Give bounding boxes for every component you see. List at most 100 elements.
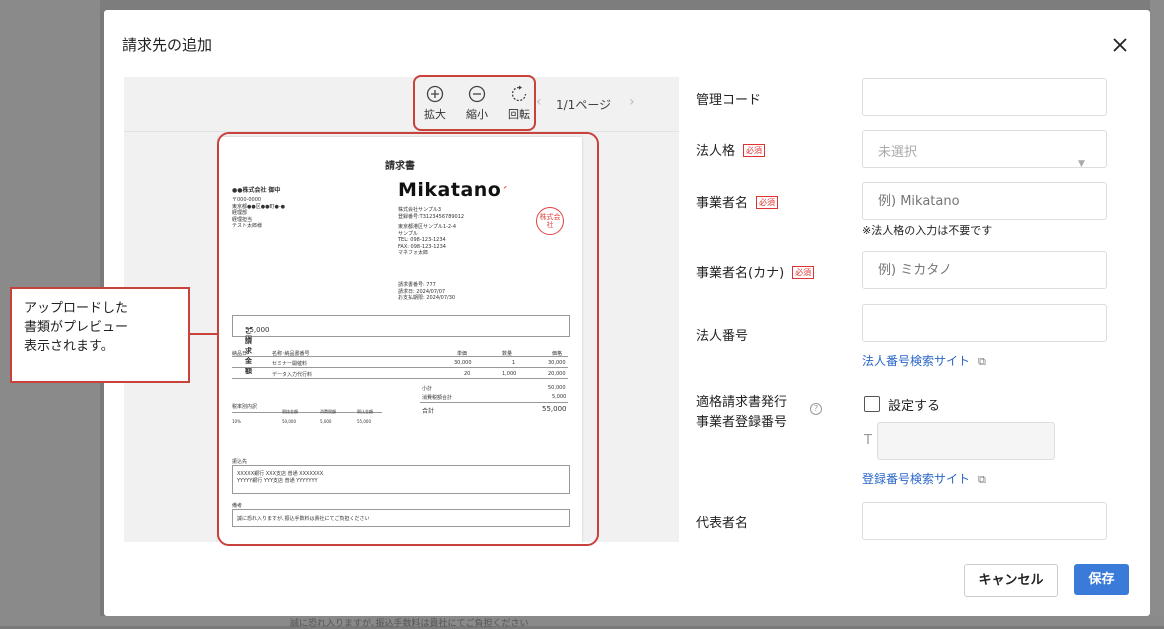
corporate-type-select[interactable]: 未選択 (862, 130, 1107, 168)
representative-input[interactable] (862, 502, 1107, 540)
preview-callout: アップロードした 書類がプレビュー 表示されます。 (10, 287, 190, 383)
table-cell: 1 (512, 360, 516, 366)
corporate-number-label: 法人番号 (696, 329, 749, 344)
invoice-meta: 請求書番号: 777 請求日: 2024/07/07 お支払期限: 2024/0… (398, 282, 455, 302)
registration-number-search-link[interactable]: 登録番号検索サイト ⧉ (862, 470, 986, 487)
preview-toolbar: 拡大 縮小 回転 ‹ 1/1ページ › (124, 77, 679, 132)
corporate-type-label-text: 法人格 (696, 144, 736, 159)
close-button[interactable] (1109, 34, 1131, 56)
business-name-kana-label-text: 事業者名(カナ) (696, 266, 785, 281)
table-header: 単価 (457, 351, 468, 357)
invoice-registration-checkbox-label[interactable]: 設定する (888, 395, 940, 414)
remarks-label: 備考 (232, 503, 243, 509)
registration-number-input[interactable] (877, 422, 1055, 460)
zoom-in-label: 拡大 (424, 108, 446, 121)
tax-breakdown-title: 税率別内訳 (232, 404, 258, 410)
table-cell: 30,000 (454, 360, 472, 366)
background-bottom-text: 誠に恐れ入りますが､振込手数料は貴社にてご負担ください (290, 619, 529, 629)
amount-label: ご請求金額 55,000 円 (239, 321, 270, 375)
recipient-address: 〒000-0000 東京都●●区●●町●-● 経理部 経理担当 テスト太郎様 (232, 197, 285, 230)
rotate-icon (511, 85, 527, 102)
cancel-button[interactable]: キャンセル (964, 564, 1058, 597)
registration-number-prefix: T (864, 433, 872, 448)
management-code-input[interactable] (862, 78, 1107, 116)
registration-number-link-text: 登録番号検索サイト (862, 472, 971, 486)
business-name-note: ※法人格の入力は不要です (862, 224, 993, 237)
modal-title: 請求先の追加 (122, 36, 213, 54)
subtotal-value: 50,000 (548, 385, 566, 391)
zoom-out-button[interactable]: 縮小 (462, 85, 492, 122)
table-header: 名称･納品書番号 (272, 351, 310, 357)
document-preview[interactable]: 拡大 縮小 回転 ‹ 1/1ページ › 請求書 ●●株式会社 御中 〒000-0… (124, 77, 679, 542)
tax-header: 税込金額 (357, 409, 373, 414)
tax-header: 消費税額 (320, 409, 336, 414)
recipient-line: テスト太郎様 (232, 223, 263, 229)
tax-cell: 5,000 (320, 419, 332, 424)
business-name-label-text: 事業者名 (696, 196, 749, 211)
background-right (1150, 0, 1164, 626)
total-label: 合計 (422, 408, 435, 415)
page-indicator: 1/1ページ (556, 98, 612, 112)
table-header: 数量 (502, 351, 513, 357)
table-cell: 1,000 (502, 371, 517, 377)
rotate-button[interactable]: 回転 (504, 85, 534, 122)
issuer-logo: Mikatano´ (398, 179, 508, 201)
table-cell: 30,000 (548, 360, 566, 366)
tax-cell: 10% (232, 419, 241, 424)
business-name-kana-label: 事業者名(カナ) 必須 (696, 262, 815, 281)
logo-text: Mikatano (398, 179, 502, 201)
tax-cell: 50,000 (282, 419, 296, 424)
external-link-icon: ⧉ (978, 355, 986, 368)
issuer-line: 東京都港区サンプル1-2-4 (398, 224, 457, 230)
required-badge: 必須 (756, 196, 779, 209)
table-cell: 20,000 (548, 371, 566, 377)
tax-total-label: 消費税額合計 (422, 395, 453, 401)
total-value: 55,000 (542, 405, 567, 413)
tax-total-value: 5,000 (552, 394, 567, 400)
callout-connector (188, 333, 217, 335)
save-button[interactable]: 保存 (1074, 564, 1129, 595)
invoice-registration-checkbox[interactable] (864, 396, 880, 412)
management-code-label: 管理コード (696, 93, 762, 108)
remarks-box: 誠に恐れ入りますが､振込手数料は貴社にてご負担ください (232, 509, 570, 527)
bank-line: XXXXX銀行 XXX支店 普通 XXXXXXX (237, 471, 324, 477)
issuer-info: 株式会社サンプル3 登録番号:T3123456789012 東京都港区サンプル1… (398, 207, 464, 257)
corporate-type-label: 法人格 必須 (696, 140, 766, 159)
subtotal-label: 小計 (422, 386, 433, 392)
table-cell: 20 (464, 371, 471, 377)
invoice-registration-label-line: 適格請求書発行 (696, 395, 788, 410)
zoom-in-icon (426, 85, 444, 103)
remarks-text: 誠に恐れ入りますが､振込手数料は貴社にてご負担ください (237, 516, 370, 522)
tax-header: 税抜金額 (282, 409, 298, 414)
business-name-input[interactable] (862, 182, 1107, 220)
corporate-number-search-link[interactable]: 法人番号検索サイト ⧉ (862, 352, 986, 369)
rotate-label: 回転 (508, 108, 530, 121)
next-page-button[interactable]: › (629, 94, 635, 110)
background-top (100, 0, 1164, 10)
issuer-line: マネフォ太郎 (398, 250, 429, 256)
background-bottom: 誠に恐れ入りますが､振込手数料は貴社にてご負担ください (100, 616, 1164, 629)
add-billing-modal: 請求先の追加 拡大 縮小 回転 ‹ 1/1ページ › 請求書 ●●株式会社 御中 (104, 10, 1150, 616)
invoice-registration-label-line: 事業者登録番号 (696, 415, 788, 430)
invoice-document: 請求書 ●●株式会社 御中 〒000-0000 東京都●●区●●町●-● 経理部… (218, 137, 582, 542)
required-badge: 必須 (792, 266, 815, 279)
table-cell: セミナー開催料 (272, 361, 308, 367)
zoom-in-button[interactable]: 拡大 (420, 85, 450, 122)
external-link-icon: ⧉ (978, 473, 986, 486)
prev-page-button[interactable]: ‹ (536, 94, 542, 110)
zoom-out-icon (468, 85, 486, 103)
meta-line: お支払期限: 2024/07/30 (398, 295, 456, 301)
corporate-type-value: 未選択 (878, 145, 918, 160)
close-icon (1113, 38, 1127, 52)
representative-label: 代表者名 (696, 516, 749, 531)
corporate-number-input[interactable] (862, 304, 1107, 342)
amount-box: ご請求金額 55,000 円 (232, 315, 570, 375)
bank-label: 振込先 (232, 459, 248, 465)
business-name-label: 事業者名 必須 (696, 192, 779, 211)
invoice-title: 請求書 (385, 161, 415, 172)
amount-value: 55,000 円 (245, 326, 270, 343)
required-badge: 必須 (743, 144, 766, 157)
help-icon[interactable]: ? (810, 403, 822, 415)
business-name-kana-input[interactable] (862, 251, 1107, 289)
corporate-number-link-text: 法人番号検索サイト (862, 354, 971, 368)
